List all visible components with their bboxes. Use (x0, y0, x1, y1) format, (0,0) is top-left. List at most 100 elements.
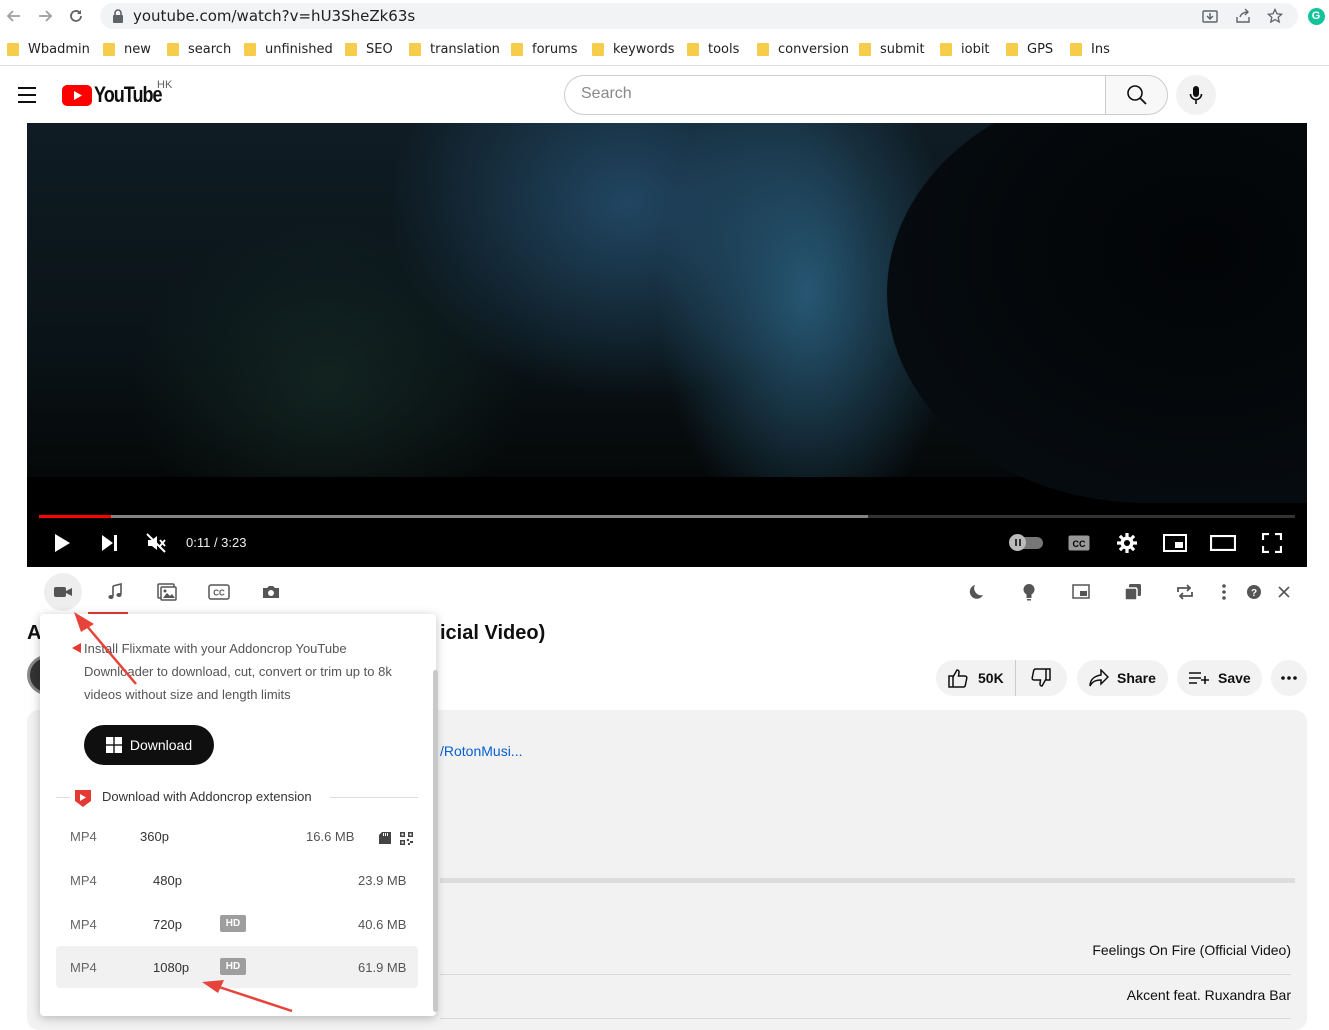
svg-text:CC: CC (213, 589, 225, 598)
video-title: icial Video) (440, 622, 546, 644)
dark-mode-moon-icon[interactable] (966, 580, 990, 604)
download-button[interactable]: Download (84, 725, 214, 765)
bookmark-folder[interactable]: translation (409, 40, 500, 58)
format-row-360p[interactable]: MP4 360p 16.6 MB (56, 815, 418, 857)
settings-button[interactable] (1114, 528, 1140, 558)
format-row-720p[interactable]: MP4 720p HD 40.6 MB (56, 903, 418, 945)
bookmark-folder[interactable]: GPS (1006, 40, 1053, 58)
mute-button[interactable] (143, 528, 169, 558)
autoplay-toggle[interactable] (1009, 528, 1044, 558)
play-button[interactable] (49, 528, 75, 558)
sd-card-save-icon[interactable] (379, 832, 391, 847)
qr-code-icon[interactable] (400, 832, 413, 848)
music-divider (440, 1018, 1291, 1019)
hd-badge: HD (220, 958, 246, 975)
bookmark-folder[interactable]: forums (511, 40, 578, 58)
bookmark-folder[interactable]: Wbadmin (7, 40, 90, 58)
format-resolution: 360p (140, 829, 169, 844)
folder-icon (859, 42, 871, 56)
format-resolution: 1080p (153, 960, 190, 975)
like-count: 50K (978, 670, 1004, 686)
format-row-1080p[interactable]: MP4 1080p HD 61.9 MB (56, 946, 418, 988)
picture-in-picture-icon[interactable] (1069, 580, 1093, 604)
next-track-icon (102, 535, 117, 551)
progress-bar[interactable] (39, 515, 1295, 518)
camera-icon[interactable] (259, 580, 283, 604)
like-button[interactable]: 50K (936, 660, 1016, 696)
help-icon[interactable]: ? (1242, 580, 1266, 604)
grammarly-extension-icon[interactable]: G (1304, 5, 1328, 27)
muted-speaker-icon (146, 533, 166, 553)
pause-icon (1009, 534, 1026, 551)
popup-scrollbar[interactable] (433, 670, 438, 1012)
time-display: 0:11 / 3:23 (186, 535, 247, 550)
save-button[interactable]: Save (1177, 660, 1262, 696)
video-frame[interactable] (27, 123, 1307, 503)
folder-icon (940, 42, 952, 56)
subtitles-button[interactable]: CC (1066, 528, 1092, 558)
more-actions-button[interactable] (1271, 660, 1307, 696)
bookmark-folder[interactable]: search (167, 40, 231, 58)
miniplayer-button[interactable] (1162, 528, 1188, 558)
microphone-icon (1189, 86, 1203, 104)
image-gallery-icon[interactable] (155, 580, 179, 604)
bookmark-folder[interactable]: iobit (940, 40, 990, 58)
bookmark-folder[interactable]: Ins (1070, 40, 1110, 58)
hd-badge: HD (220, 915, 246, 932)
address-bar[interactable]: youtube.com/watch?v=hU3SheZk63s (100, 3, 1298, 29)
reload-icon[interactable] (64, 5, 88, 27)
bookmark-folder[interactable]: keywords (592, 40, 674, 58)
play-icon (55, 534, 70, 552)
bookmark-folder[interactable]: unfinished (244, 40, 333, 58)
copy-icon[interactable] (1121, 580, 1145, 604)
format-type: MP4 (70, 829, 97, 844)
more-vertical-icon[interactable] (1212, 580, 1236, 604)
bookmark-folder[interactable]: submit (859, 40, 925, 58)
folder-icon (345, 42, 357, 56)
video-shadow (887, 123, 1307, 503)
search-button[interactable] (1105, 75, 1168, 115)
format-row-480p[interactable]: MP4 480p 23.9 MB (56, 859, 418, 901)
next-button[interactable] (96, 528, 122, 558)
bookmark-folder[interactable]: conversion (757, 40, 849, 58)
bookmark-star-icon[interactable] (1265, 6, 1285, 26)
cc-icon: CC (1068, 535, 1090, 551)
voice-search-button[interactable] (1176, 75, 1216, 115)
add-to-playlist-icon (1189, 672, 1209, 684)
theater-mode-button[interactable] (1209, 528, 1237, 558)
bookmark-folder[interactable]: tools (687, 40, 739, 58)
close-icon[interactable] (1272, 580, 1296, 604)
description-link[interactable]: /RotonMusi... (440, 743, 522, 759)
progress-played (39, 515, 111, 518)
lock-icon (108, 6, 128, 26)
music-note-icon[interactable] (103, 580, 127, 604)
format-resolution: 480p (153, 873, 182, 888)
search-input-container[interactable] (564, 75, 1105, 115)
folder-icon (1006, 42, 1018, 56)
share-button[interactable]: Share (1077, 660, 1168, 696)
loop-icon[interactable] (1173, 580, 1197, 604)
back-arrow-icon[interactable] (2, 5, 26, 27)
video-player[interactable]: 0:11 / 3:23 CC (27, 123, 1307, 567)
dislike-button[interactable] (1016, 660, 1066, 696)
bookmark-folder[interactable]: new (103, 40, 151, 58)
fullscreen-button[interactable] (1259, 528, 1285, 558)
install-icon[interactable] (1200, 6, 1220, 26)
lightbulb-icon[interactable] (1017, 580, 1041, 604)
hamburger-menu-icon[interactable] (17, 86, 37, 104)
windows-logo-icon (105, 737, 122, 753)
share-page-icon[interactable] (1233, 6, 1253, 26)
folder-icon (244, 42, 256, 56)
description-divider (440, 878, 1295, 883)
subtitles-icon[interactable]: CC (207, 580, 231, 604)
bookmark-folder[interactable]: SEO (345, 40, 393, 58)
miniplayer-icon (1163, 534, 1187, 552)
format-size: 16.6 MB (306, 829, 355, 844)
music-divider (440, 974, 1291, 975)
folder-icon (103, 42, 115, 56)
forward-arrow-icon[interactable] (33, 5, 57, 27)
search-input[interactable] (581, 85, 1061, 103)
video-camera-icon[interactable] (51, 580, 75, 604)
addoncrop-logo-icon (74, 788, 92, 813)
like-dislike-group: 50K (936, 660, 1067, 696)
